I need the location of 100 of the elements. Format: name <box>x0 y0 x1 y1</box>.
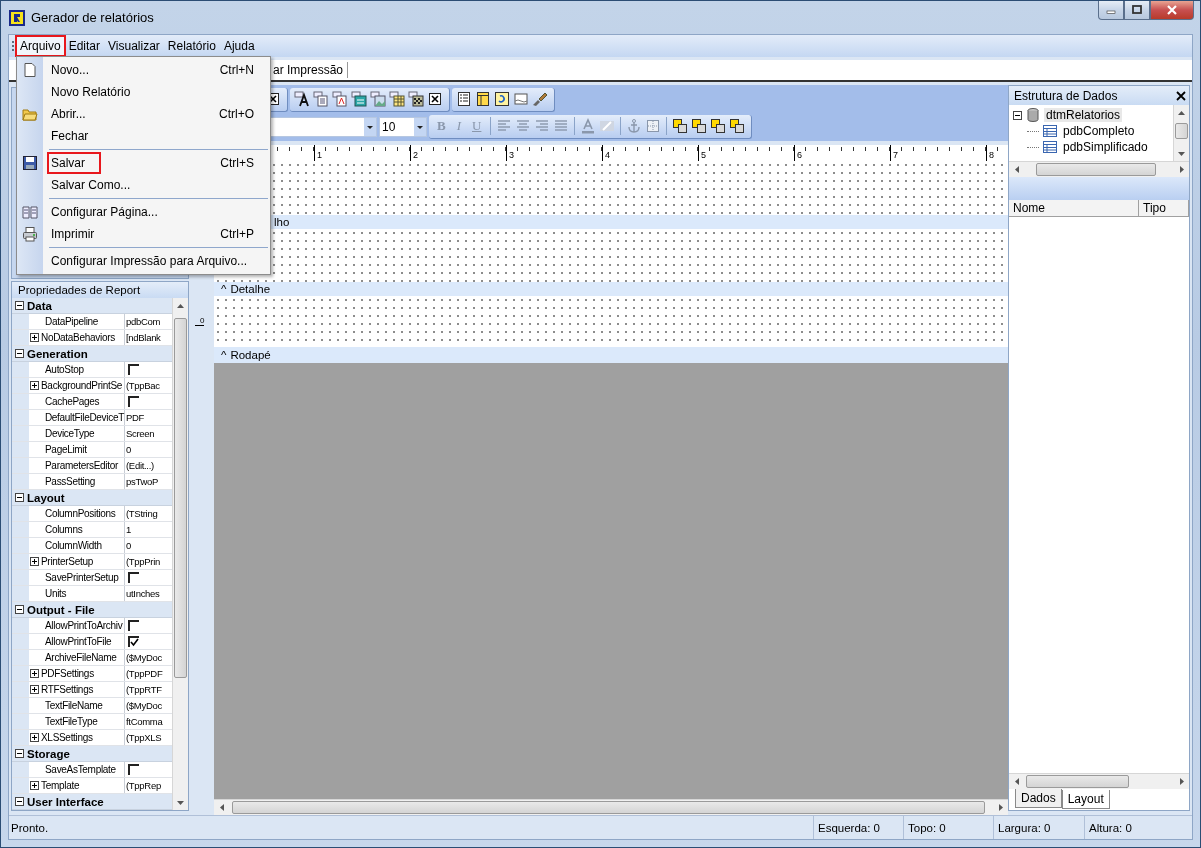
menu-item[interactable]: Salvar Como... <box>17 174 270 196</box>
checkbox[interactable] <box>128 396 139 407</box>
property-row[interactable]: Units utInches <box>12 586 172 602</box>
property-row[interactable]: ArchiveFileName ($MyDoc <box>12 650 172 666</box>
property-row[interactable]: AllowPrintToFile <box>12 634 172 650</box>
property-value[interactable]: ($MyDoc <box>125 700 162 711</box>
menu-item[interactable]: Fechar <box>17 125 270 147</box>
property-value[interactable]: [ndBlank <box>125 332 161 343</box>
calculator-icon[interactable] <box>351 91 367 107</box>
property-value[interactable]: (TppRep <box>125 780 161 791</box>
property-value[interactable]: 0 <box>125 444 131 455</box>
minimize-button[interactable] <box>1098 1 1124 20</box>
rich-text-icon[interactable] <box>332 91 348 107</box>
property-row[interactable]: PDFSettings (TppPDF <box>12 666 172 682</box>
property-row[interactable]: SavePrinterSetup <box>12 570 172 586</box>
property-value[interactable]: 1 <box>125 524 131 535</box>
property-row[interactable]: ColumnWidth 0 <box>12 538 172 554</box>
property-row[interactable]: PrinterSetup (TppPrin <box>12 554 172 570</box>
tab[interactable]: Dados <box>1015 789 1062 808</box>
layers-icon[interactable] <box>710 118 727 134</box>
tree-toggle[interactable] <box>1013 110 1022 120</box>
font-color-icon[interactable] <box>580 118 597 134</box>
collapse-toggle[interactable] <box>15 301 24 310</box>
layers-icon[interactable] <box>672 118 689 134</box>
image-icon[interactable] <box>370 91 386 107</box>
design-tab[interactable]: ar Impressão <box>273 62 349 78</box>
menu-item[interactable]: Salvar Ctrl+S <box>17 152 270 174</box>
collapse-toggle[interactable] <box>15 493 24 502</box>
close-icon[interactable] <box>1176 90 1186 101</box>
scrollbar[interactable] <box>172 298 188 810</box>
scroll-thumb[interactable] <box>232 801 985 814</box>
grip-icon[interactable] <box>11 39 15 53</box>
property-row[interactable]: PageLimit 0 <box>12 442 172 458</box>
property-value[interactable]: utInches <box>125 588 160 599</box>
property-row[interactable]: NoDataBehaviors [ndBlank <box>12 330 172 346</box>
list-icon[interactable] <box>456 91 472 107</box>
property-value[interactable]: psTwoP <box>125 476 158 487</box>
property-row[interactable]: RTFSettings (TppRTF <box>12 682 172 698</box>
column-header[interactable]: Tipo <box>1139 200 1189 216</box>
menu-item[interactable]: Relatório <box>164 37 219 55</box>
expand-toggle[interactable] <box>30 781 39 790</box>
font-size-field[interactable]: 10 <box>379 116 427 137</box>
layers-icon[interactable] <box>729 118 746 134</box>
property-row[interactable]: TextFileName ($MyDoc <box>12 698 172 714</box>
scrollbar[interactable] <box>1173 105 1189 161</box>
property-value[interactable]: (TppBac <box>125 380 160 391</box>
property-row[interactable]: DeviceType Screen <box>12 426 172 442</box>
layers-icon[interactable] <box>691 118 708 134</box>
scroll-thumb[interactable] <box>1175 123 1188 139</box>
menu-item[interactable]: Configurar Impressão para Arquivo... <box>17 250 270 272</box>
property-row[interactable]: ColumnPositions (TString <box>12 506 172 522</box>
property-row[interactable]: SaveAsTemplate <box>12 762 172 778</box>
scroll-thumb[interactable] <box>1026 775 1129 788</box>
property-row[interactable]: Template (TppRep <box>12 778 172 794</box>
brush-icon[interactable] <box>532 91 548 107</box>
expand-toggle[interactable] <box>30 381 39 390</box>
expand-toggle[interactable] <box>30 557 39 566</box>
close-box-icon[interactable] <box>427 91 443 107</box>
property-value[interactable]: PDF <box>125 412 145 423</box>
large-letter-icon[interactable] <box>294 91 310 107</box>
checkbox[interactable] <box>128 364 139 375</box>
table-icon[interactable] <box>475 91 491 107</box>
property-value[interactable]: (TppXLS <box>125 732 162 743</box>
expand-toggle[interactable] <box>30 685 39 694</box>
band-header[interactable]: ^ Detalhe <box>214 282 1008 296</box>
property-row[interactable]: DataPipeline pdbCom <box>12 314 172 330</box>
property-row[interactable]: ParametersEditor (Edit...) <box>12 458 172 474</box>
collapse-toggle[interactable] <box>15 797 24 806</box>
refresh-icon[interactable] <box>494 91 510 107</box>
property-row[interactable]: AllowPrintToArchiv <box>12 618 172 634</box>
page-icon[interactable] <box>513 91 529 107</box>
property-value[interactable]: (TppPDF <box>125 668 163 679</box>
property-row[interactable]: AutoStop <box>12 362 172 378</box>
collapse-toggle[interactable] <box>15 349 24 358</box>
checkbox[interactable] <box>128 764 139 775</box>
property-row[interactable]: Columns 1 <box>12 522 172 538</box>
menu-item[interactable]: Novo Relatório <box>17 81 270 103</box>
scroll-thumb[interactable] <box>174 318 187 678</box>
menu-item[interactable]: Novo... Ctrl+N <box>17 59 270 81</box>
property-value[interactable]: ftComma <box>125 716 163 727</box>
tab[interactable]: Layout <box>1061 790 1110 809</box>
expand-toggle[interactable] <box>30 669 39 678</box>
checkbox[interactable] <box>128 636 139 647</box>
expand-toggle[interactable] <box>30 733 39 742</box>
property-value[interactable]: (TppPrin <box>125 556 161 567</box>
checker-icon[interactable] <box>408 91 424 107</box>
property-value[interactable]: (TppRTF <box>125 684 162 695</box>
collapse-toggle[interactable] <box>15 605 24 614</box>
menu-item[interactable]: Abrir... Ctrl+O <box>17 103 270 125</box>
maximize-button[interactable] <box>1124 1 1150 20</box>
expand-toggle[interactable] <box>30 333 39 342</box>
menu-item[interactable]: Arquivo <box>17 37 64 55</box>
column-header[interactable]: Nome <box>1009 200 1139 216</box>
property-value[interactable]: ($MyDoc <box>125 652 162 663</box>
tree-item[interactable]: pdbCompleto <box>1061 124 1137 138</box>
menu-item[interactable]: Ajuda <box>220 37 258 55</box>
memo-icon[interactable] <box>313 91 329 107</box>
property-row[interactable]: DefaultFileDeviceT PDF <box>12 410 172 426</box>
property-value[interactable]: (TString <box>125 508 158 519</box>
band-header[interactable]: ^ Rodapé <box>214 347 1008 363</box>
